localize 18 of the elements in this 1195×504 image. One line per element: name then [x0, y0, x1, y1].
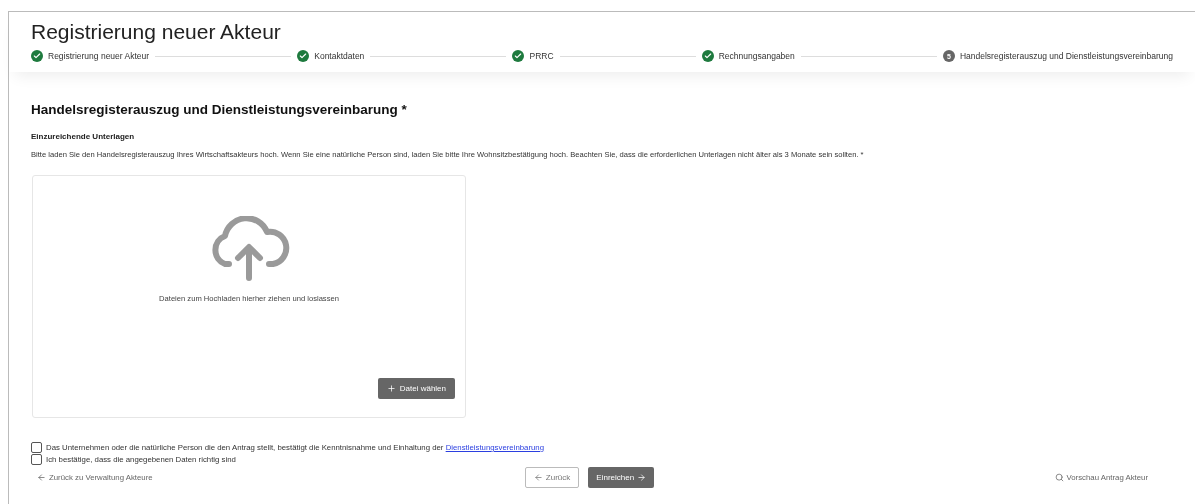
step-label[interactable]: Handelsregisterauszug und Dienstleistungsvereinbarung	[959, 51, 1174, 61]
plus-icon	[386, 384, 396, 393]
arrow-left-icon	[533, 473, 543, 482]
back-button[interactable]: Zurück	[524, 467, 580, 488]
step-label[interactable]: Kontaktdaten	[314, 51, 365, 61]
arrow-left-icon	[37, 473, 46, 482]
search-icon	[1054, 473, 1064, 482]
page-title: Registrierung neuer Akteur	[31, 20, 282, 44]
documents-label: Einzureichende Unterlagen	[31, 132, 136, 141]
checkbox[interactable]	[31, 454, 42, 465]
section-title: Handelsregisterauszug und Dienstleistungsvereinbarung *	[31, 102, 408, 117]
checkbox[interactable]	[31, 442, 42, 453]
arrow-right-icon	[637, 473, 647, 482]
choose-file-button[interactable]: Datei wählen	[377, 378, 455, 399]
submit-button[interactable]: Einreichen	[588, 467, 655, 488]
step-label[interactable]: PRRC	[529, 51, 554, 61]
step-label[interactable]: Rechnungsangaben	[718, 51, 795, 61]
step-label[interactable]: Registrierung neuer Akteur	[48, 51, 150, 61]
